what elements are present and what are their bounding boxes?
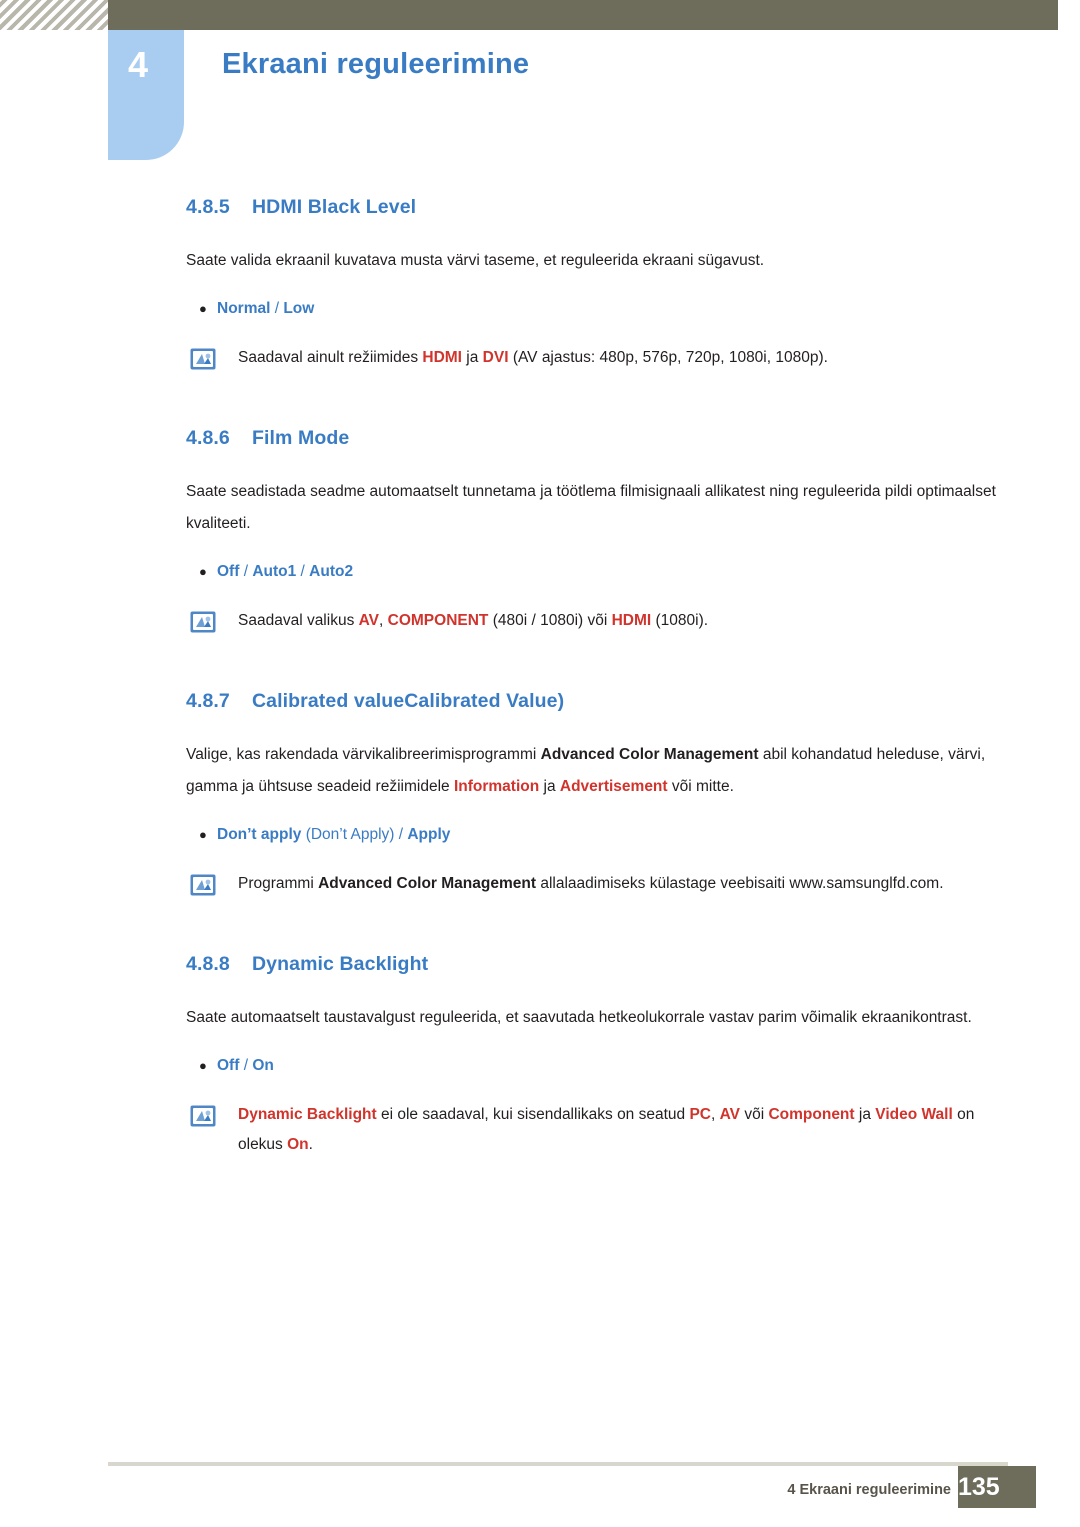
option-dont-apply: Don’t apply — [217, 826, 302, 843]
section-heading-4-8-7: 4.8.7 Calibrated valueCalibrated Value) — [186, 690, 1014, 713]
bullet-marker: ● — [199, 564, 207, 579]
note-icon — [190, 874, 216, 896]
option-normal: Normal — [217, 300, 271, 317]
note-frag: (480i / 1080i) või — [488, 612, 612, 629]
section-body-4-8-7: Valige, kas rakendada värvikalibreerimis… — [186, 739, 1014, 803]
note-frag: või — [740, 1106, 769, 1123]
footer-divider — [108, 1462, 1008, 1466]
note-frag: ei ole saadaval, kui sisendallikaks on s… — [376, 1106, 690, 1123]
term-hdmi: HDMI — [422, 349, 462, 366]
section-number-4-8-8: 4.8.8 — [186, 953, 230, 975]
note-icon — [190, 611, 216, 633]
page-content: 4.8.5 HDMI Black Level Saate valida ekraa… — [186, 196, 1014, 1184]
note-icon — [190, 348, 216, 370]
term-dynamic-backlight: Dynamic Backlight — [238, 1106, 377, 1123]
section-body-4-8-5: Saate valida ekraanil kuvatava musta vär… — [186, 252, 765, 269]
term-dvi: DVI — [482, 349, 509, 366]
bullet-marker: ● — [199, 301, 207, 316]
section-number-4-8-5: 4.8.5 — [186, 196, 230, 218]
option-apply: Apply — [407, 826, 451, 843]
body-frag: Valige, kas rakendada värvikalibreerimis… — [186, 746, 541, 763]
bullet-text-4-8-8: Off / On — [217, 1054, 274, 1078]
option-separator: / — [296, 563, 310, 580]
term-av: AV — [719, 1106, 741, 1123]
section-heading-4-8-6: 4.8.6 Film Mode — [186, 427, 1014, 450]
option-dont-apply-paren: (Don’t Apply) — [301, 826, 395, 843]
bullet-text-4-8-5: Normal / Low — [217, 297, 314, 321]
body-frag: või mitte. — [667, 778, 734, 795]
bullet-row-4-8-8: ● Off / On — [186, 1054, 1014, 1078]
term-information: Information — [453, 778, 540, 795]
note-text-4-8-6: Saadaval valikus AV, COMPONENT (480i / 1… — [238, 606, 1014, 636]
bullet-text-4-8-7: Don’t apply (Don’t Apply) / Apply — [217, 823, 450, 847]
note-frag: (1080i). — [651, 612, 709, 629]
option-separator: / — [394, 826, 408, 843]
bullet-marker: ● — [199, 827, 207, 842]
note-icon — [190, 1105, 216, 1127]
term-hdmi: HDMI — [611, 612, 652, 629]
bullet-row-4-8-5: ● Normal / Low — [186, 297, 1014, 321]
section-number-4-8-6: 4.8.6 — [186, 427, 230, 449]
bullet-row-4-8-6: ● Off / Auto1 / Auto2 — [186, 560, 1014, 584]
option-separator: / — [239, 563, 253, 580]
header-hatch-pattern — [0, 0, 108, 30]
note-row-4-8-6: Saadaval valikus AV, COMPONENT (480i / 1… — [186, 606, 1014, 636]
note-frag: Programmi — [238, 875, 319, 892]
option-separator: / — [270, 300, 284, 317]
footer-page-number: 135 — [958, 1473, 1000, 1501]
term-av: AV — [358, 612, 380, 629]
chapter-number: 4 — [128, 44, 149, 85]
note-frag: . — [308, 1136, 313, 1153]
section-heading-4-8-8: 4.8.8 Dynamic Backlight — [186, 953, 1014, 976]
header-right-edge — [1058, 0, 1080, 30]
note-frag: (AV ajastus: 480p, 576p, 720p, 1080i, 10… — [508, 349, 828, 366]
term-component: COMPONENT — [387, 612, 489, 629]
bullet-row-4-8-7: ● Don’t apply (Don’t Apply) / Apply — [186, 823, 1014, 847]
section-heading-4-8-5: 4.8.5 HDMI Black Level — [186, 196, 1014, 219]
note-text-4-8-5: Saadaval ainult režiimides HDMI ja DVI (… — [238, 343, 1014, 373]
page-header-bar — [0, 0, 1080, 30]
note-frag: ja — [461, 349, 483, 366]
section-number-4-8-7: 4.8.7 — [186, 690, 230, 712]
note-text-4-8-7: Programmi Advanced Color Management alla… — [238, 869, 1014, 899]
section-title-4-8-6: Film Mode — [252, 427, 350, 449]
option-off: Off — [217, 1057, 240, 1074]
option-off: Off — [217, 563, 240, 580]
note-row-4-8-5: Saadaval ainult režiimides HDMI ja DVI (… — [186, 343, 1014, 373]
note-frag: Saadaval valikus — [238, 612, 359, 629]
term-on: On — [287, 1136, 309, 1153]
bullet-text-4-8-6: Off / Auto1 / Auto2 — [217, 560, 353, 584]
note-row-4-8-7: Programmi Advanced Color Management alla… — [186, 869, 1014, 899]
term-component: Component — [768, 1106, 855, 1123]
note-frag: , — [711, 1106, 720, 1123]
section-body-4-8-6: Saate seadistada seadme automaatselt tun… — [186, 483, 996, 532]
chapter-title: Ekraani reguleerimine — [222, 48, 530, 80]
term-pc: PC — [689, 1106, 712, 1123]
note-row-4-8-8: Dynamic Backlight ei ole saadaval, kui s… — [186, 1100, 1014, 1160]
note-text-4-8-8: Dynamic Backlight ei ole saadaval, kui s… — [238, 1100, 1014, 1160]
term-advanced-color-management: Advanced Color Management — [318, 875, 537, 892]
body-frag: ja — [539, 778, 560, 795]
option-auto1: Auto1 — [252, 563, 297, 580]
term-video-wall: Video Wall — [875, 1106, 953, 1123]
note-frag: ja — [854, 1106, 876, 1123]
footer-chapter-label: 4 Ekraani reguleerimine — [787, 1482, 951, 1498]
section-body-4-8-8: Saate automaatselt taustavalgust regulee… — [186, 1009, 972, 1026]
option-on: On — [252, 1057, 274, 1074]
note-frag: , — [379, 612, 388, 629]
term-advertisement: Advertisement — [559, 778, 668, 795]
note-frag: allalaadimiseks külastage veebisaiti www… — [536, 875, 944, 892]
option-separator: / — [239, 1057, 253, 1074]
section-title-4-8-5: HDMI Black Level — [252, 196, 417, 218]
section-title-4-8-8: Dynamic Backlight — [252, 953, 429, 975]
section-title-4-8-7: Calibrated valueCalibrated Value) — [252, 690, 565, 712]
note-frag: Saadaval ainult režiimides — [238, 349, 423, 366]
term-advanced-color-management: Advanced Color Management — [540, 746, 759, 763]
option-low: Low — [283, 300, 315, 317]
bullet-marker: ● — [199, 1058, 207, 1073]
option-auto2: Auto2 — [309, 563, 354, 580]
